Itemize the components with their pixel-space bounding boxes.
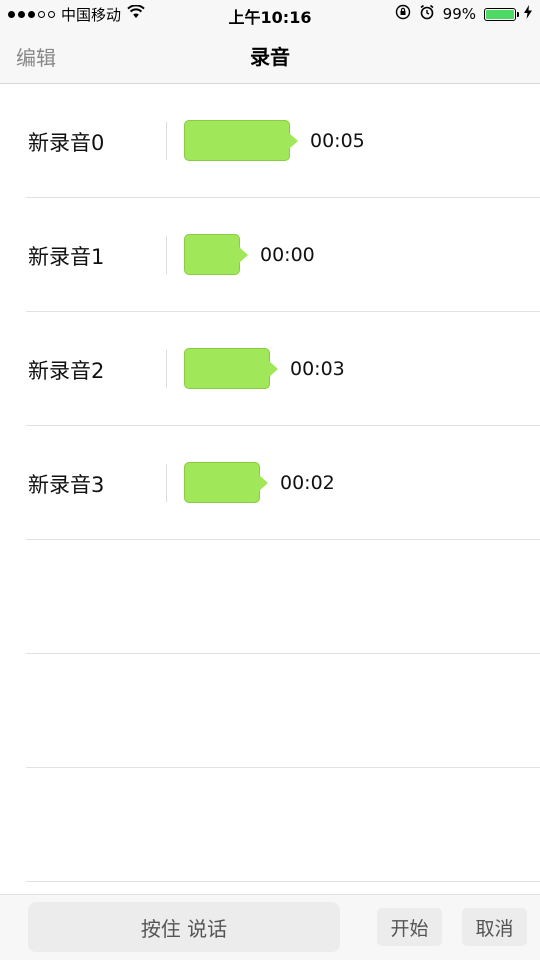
recording-row[interactable]: 新录音0 00:05: [26, 84, 540, 198]
navigation-bar: 编辑 录音: [0, 28, 540, 84]
voice-bubble-body: [184, 462, 268, 503]
alarm-icon: [419, 4, 435, 24]
recording-row[interactable]: 新录音1 00:00: [26, 198, 540, 312]
voice-message-bubble[interactable]: 00:00: [184, 234, 315, 275]
row-divider: [166, 464, 167, 502]
recording-name: 新录音1: [28, 245, 105, 269]
battery-icon: [484, 7, 519, 21]
cancel-button[interactable]: 取消: [462, 908, 527, 946]
edit-button[interactable]: 编辑: [16, 42, 56, 71]
orientation-lock-icon: [395, 4, 411, 24]
recording-row[interactable]: 新录音3 00:02: [26, 426, 540, 540]
row-divider: [166, 122, 167, 160]
signal-dot: [18, 10, 25, 18]
battery-level-fill: [486, 9, 514, 19]
carrier-name: 中国移动: [61, 5, 122, 24]
row-divider: [166, 236, 167, 274]
signal-dot: [8, 10, 15, 18]
bottom-toolbar: 按住 说话 开始 取消: [0, 894, 540, 960]
bubble-tail: [269, 361, 278, 377]
status-left: 中国移动: [8, 4, 145, 24]
bubble-tail: [289, 133, 298, 149]
hold-to-talk-button[interactable]: 按住 说话: [28, 902, 340, 952]
row-divider: [166, 350, 167, 388]
status-time: 上午10:16: [228, 8, 312, 27]
signal-dot: [28, 10, 35, 18]
battery-percent: 99%: [442, 5, 476, 23]
signal-strength-icon: [8, 10, 55, 18]
recordings-list: 新录音0 00:05 新录音1 00:00 新录音2 00:03 新录音3 00:02: [0, 84, 540, 882]
wifi-icon: [127, 4, 145, 23]
charging-icon: [524, 5, 532, 23]
recorder-app: 中国移动 上午10:16 99% 编辑 录音 新录音0 00:05 新录音1 0…: [0, 0, 540, 960]
recording-name: 新录音0: [28, 131, 105, 155]
signal-dot: [38, 10, 45, 18]
signal-dot: [48, 10, 55, 18]
bubble-tail: [259, 475, 268, 491]
empty-row: [26, 540, 540, 654]
status-right: 99%: [395, 4, 532, 24]
recording-name: 新录音2: [28, 359, 105, 383]
recording-duration: 00:05: [310, 129, 365, 152]
voice-bubble-body: [184, 234, 248, 275]
voice-message-bubble[interactable]: 00:05: [184, 120, 365, 161]
empty-row: [26, 768, 540, 882]
bubble-tail: [239, 247, 248, 263]
voice-bubble-body: [184, 348, 278, 389]
recording-row[interactable]: 新录音2 00:03: [26, 312, 540, 426]
status-bar: 中国移动 上午10:16 99%: [0, 0, 540, 28]
start-button[interactable]: 开始: [377, 908, 442, 946]
voice-message-bubble[interactable]: 00:03: [184, 348, 345, 389]
recording-name: 新录音3: [28, 473, 105, 497]
empty-row: [26, 654, 540, 768]
recording-duration: 00:03: [290, 357, 345, 380]
voice-message-bubble[interactable]: 00:02: [184, 462, 335, 503]
voice-bubble-body: [184, 120, 298, 161]
page-title: 录音: [250, 45, 290, 69]
recording-duration: 00:02: [280, 471, 335, 494]
recording-duration: 00:00: [260, 243, 315, 266]
